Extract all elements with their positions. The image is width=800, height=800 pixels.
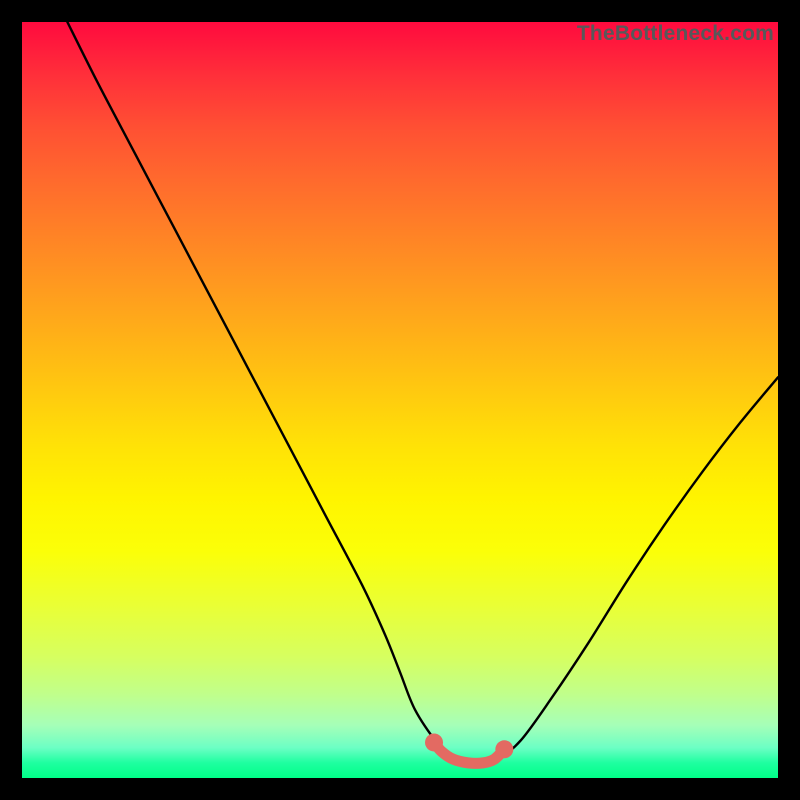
- optimal-zone-endpoint: [495, 740, 513, 758]
- chart-frame: TheBottleneck.com: [0, 0, 800, 800]
- chart-svg: [22, 22, 778, 778]
- watermark-text: TheBottleneck.com: [577, 22, 774, 46]
- optimal-zone-endpoint: [425, 733, 443, 751]
- optimal-zone-stroke: [434, 742, 504, 763]
- plot-area: TheBottleneck.com: [22, 22, 778, 778]
- bottleneck-curve: [67, 22, 778, 763]
